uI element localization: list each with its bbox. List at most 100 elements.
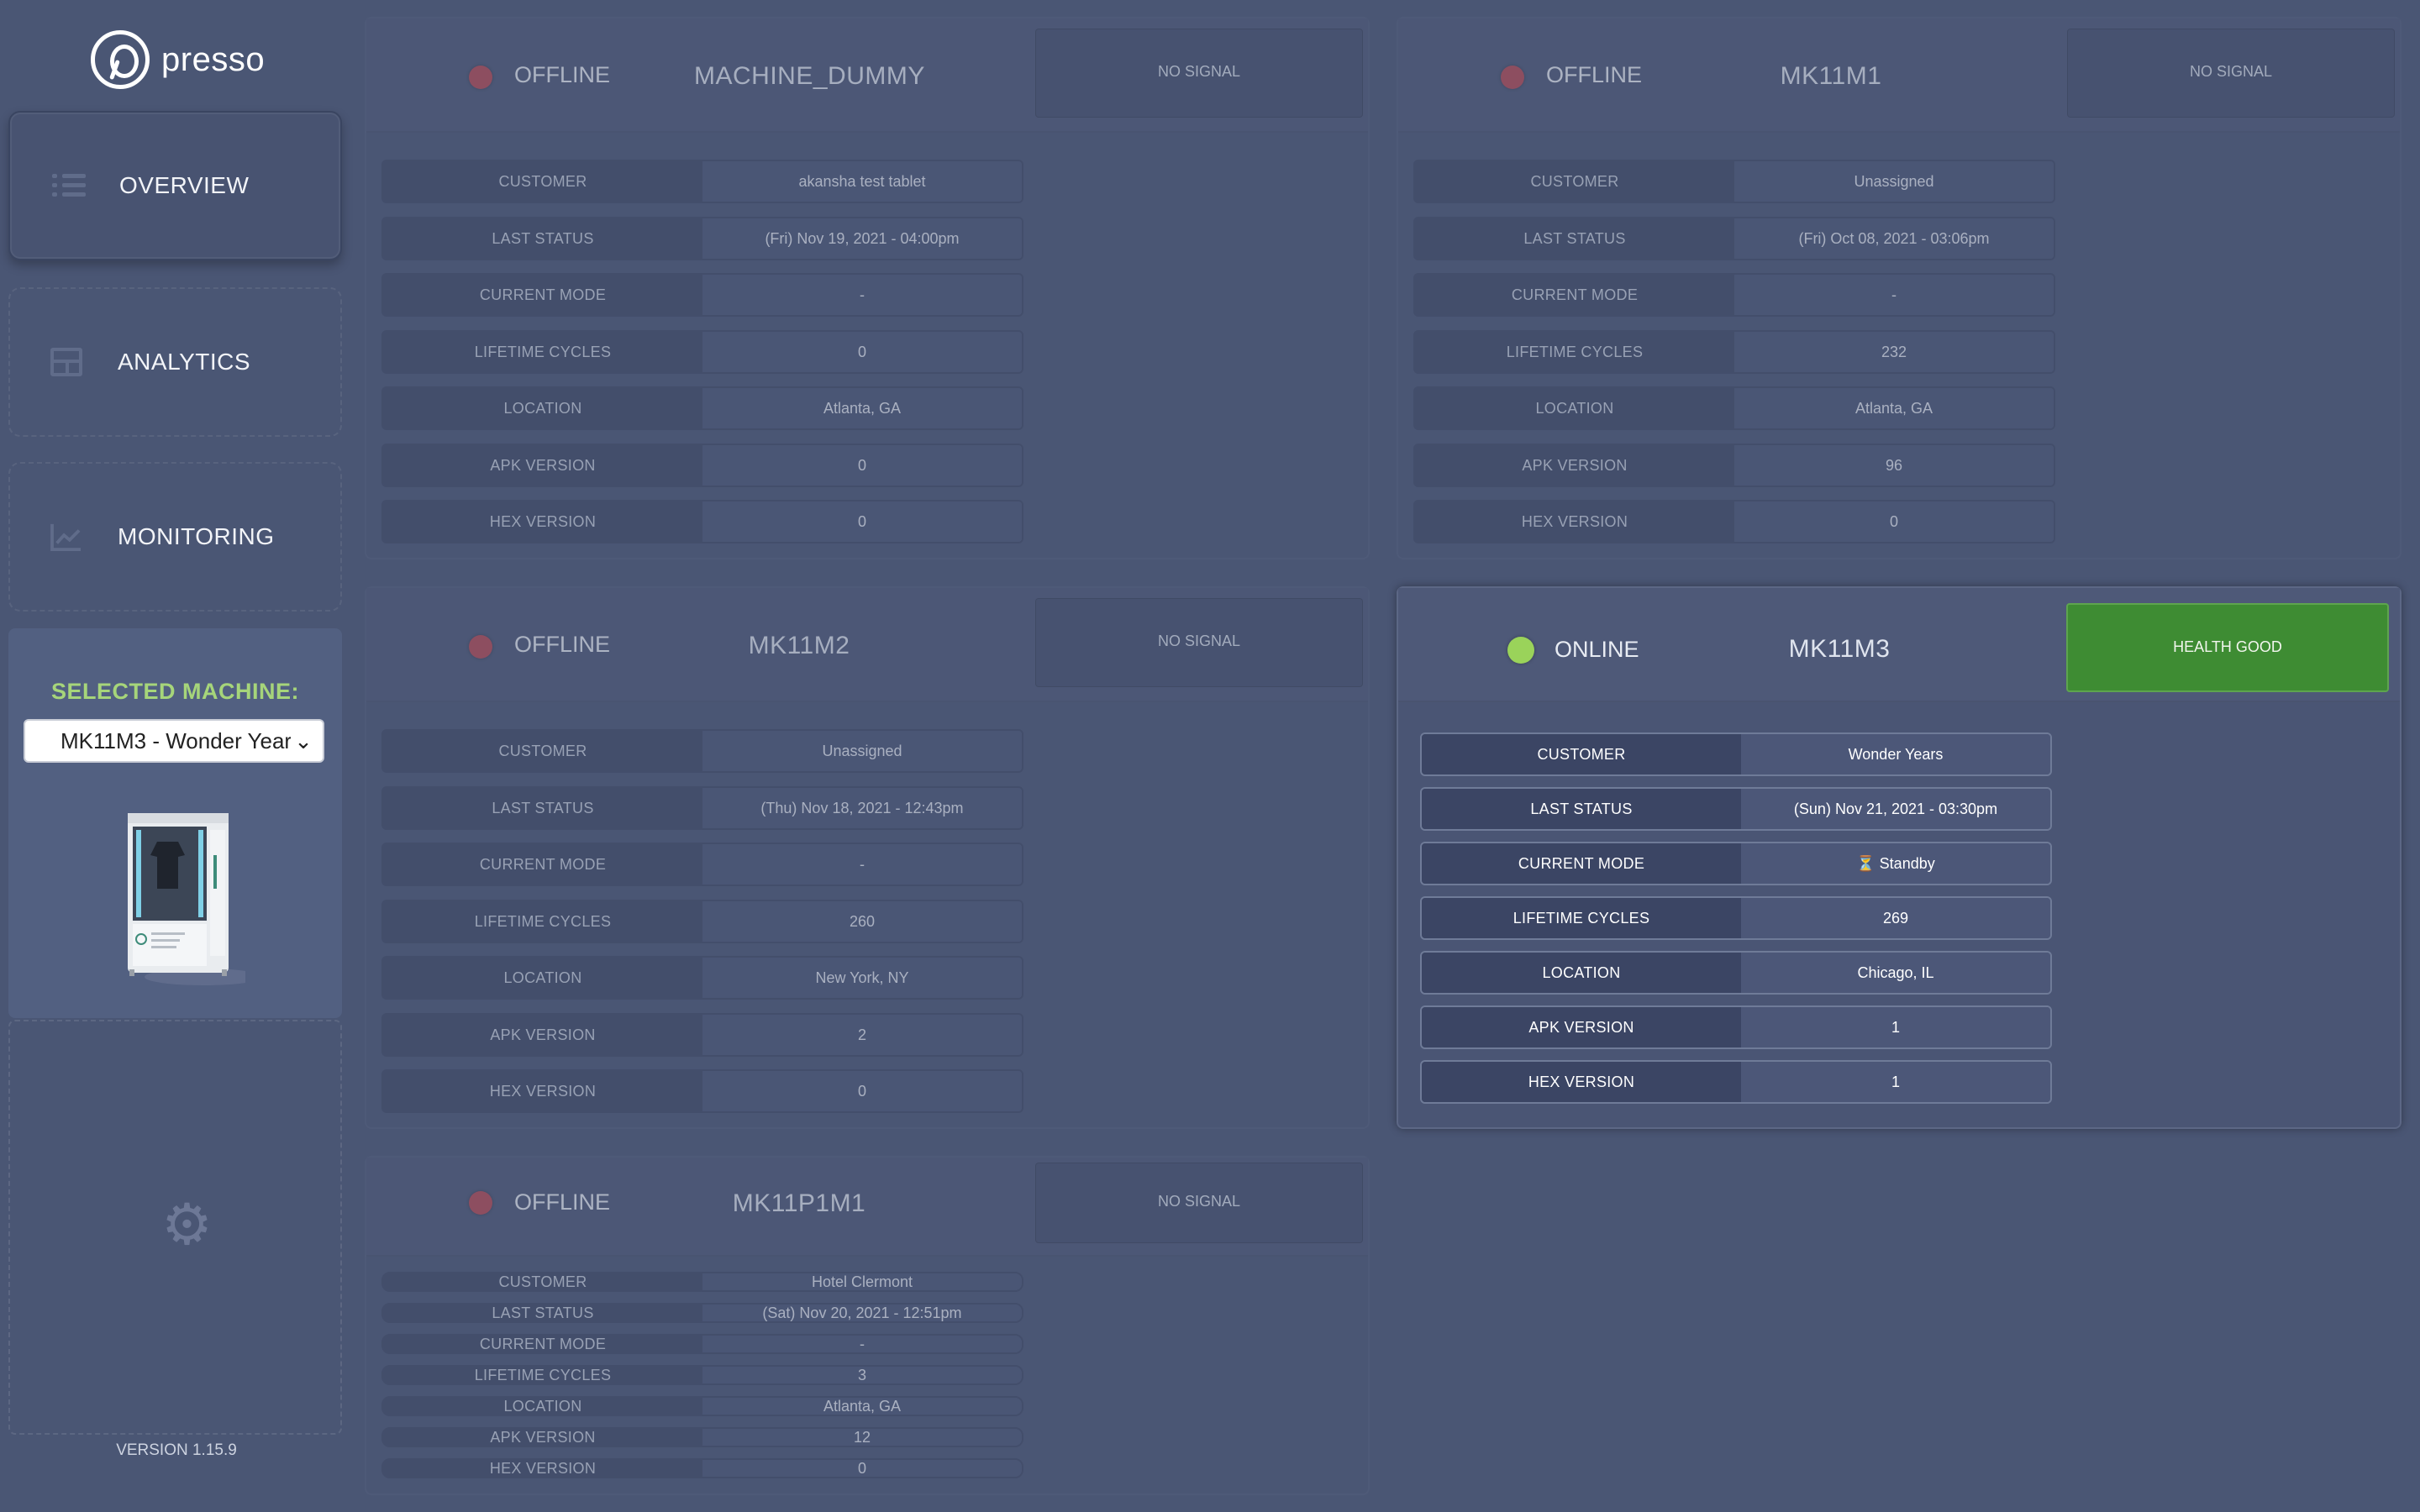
info-value: 0 [702, 444, 1022, 486]
machine-card[interactable]: OFFLINE MK11M1 NO SIGNAL CUSTOMER Unassig… [1397, 17, 2402, 559]
nav-item-monitoring[interactable]: MONITORING [8, 462, 342, 612]
info-label: HEX VERSION [383, 501, 702, 542]
machine-name: MK11M1 [1780, 62, 1882, 90]
info-label: LOCATION [383, 958, 702, 998]
health-status-badge: HEALTH GOOD [2066, 603, 2389, 692]
info-value: Wonder Years [1741, 734, 2050, 774]
info-value: (Fri) Nov 19, 2021 - 04:00pm [702, 218, 1022, 259]
info-label: LAST STATUS [1422, 789, 1741, 829]
info-row: LOCATION Atlanta, GA [1413, 386, 2055, 430]
machine-select[interactable]: MK11M3 - Wonder Years ⌄ [24, 719, 324, 763]
info-label: LOCATION [383, 1398, 702, 1415]
machine-name: MK11P1M1 [732, 1189, 866, 1217]
info-row: CURRENT MODE ⏳ Standby [1420, 842, 2052, 885]
nav-label-analytics: ANALYTICS [118, 349, 251, 375]
status-dot-icon [469, 635, 492, 659]
signal-status-badge: NO SIGNAL [1035, 29, 1363, 118]
info-value: 2 [702, 1014, 1022, 1055]
info-value: (Sat) Nov 20, 2021 - 12:51pm [702, 1305, 1022, 1321]
info-row: CUSTOMER Unassigned [381, 729, 1023, 773]
card-header: OFFLINE MACHINE_DUMMY NO SIGNAL [366, 18, 1368, 133]
info-label: LIFETIME CYCLES [383, 900, 702, 942]
machine-info-table: CUSTOMER akansha test tablet LAST STATUS(… [381, 160, 1023, 557]
app-version: VERSION 1.15.9 [116, 1441, 237, 1459]
card-header: OFFLINE MK11M2 NO SIGNAL [366, 588, 1368, 702]
machine-info-table: CUSTOMER Unassigned LAST STATUS (Thu) Nov … [381, 729, 1023, 1126]
info-value: Atlanta, GA [702, 388, 1022, 428]
info-value: 0 [702, 1460, 1022, 1477]
info-label: HEX VERSION [1422, 1062, 1741, 1102]
info-value: - [1734, 275, 2054, 315]
info-row: APK VERSION 2 [381, 1012, 1023, 1057]
info-label: CURRENT MODE [1422, 843, 1741, 884]
nav-item-overview[interactable]: OVERVIEW [8, 111, 342, 260]
info-label: LAST STATUS [383, 218, 702, 259]
info-label: CURRENT MODE [383, 275, 702, 315]
info-value: 260 [702, 900, 1022, 942]
info-label: APK VERSION [383, 444, 702, 486]
sidebar: presso OVERVIEW ANALYTICS MONITORING SEL… [0, 0, 353, 1512]
machine-card[interactable]: OFFLINE MK11P1M1 NO SIGNAL CUSTOMER Hotel… [365, 1156, 1370, 1495]
status-dot-icon [1507, 637, 1534, 664]
info-row: LAST STATUS (Fri) Nov 19, 2021 - 04:00pm [381, 216, 1023, 260]
info-label: LAST STATUS [1415, 218, 1734, 259]
info-row: LOCATION Atlanta, GA [381, 1396, 1023, 1416]
machine-name: MACHINE_DUMMY [694, 62, 925, 90]
presso-logo[interactable]: presso [91, 30, 265, 89]
info-row: APK VERSION 1 [1420, 1005, 2052, 1049]
info-row: LIFETIME CYCLES 3 [381, 1365, 1023, 1385]
info-row: LOCATION New York, NY [381, 956, 1023, 1000]
info-label: LAST STATUS [383, 1305, 702, 1321]
info-label: LOCATION [1415, 388, 1734, 428]
selected-machine-title: SELECTED MACHINE: [50, 679, 299, 704]
selected-machine-panel: SELECTED MACHINE: MK11M3 - Wonder Years … [8, 628, 342, 1018]
machine-card[interactable]: OFFLINE MACHINE_DUMMY NO SIGNAL CUSTOMER… [365, 17, 1370, 559]
info-value: (Thu) Nov 18, 2021 - 12:43pm [702, 787, 1022, 828]
info-label: CUSTOMER [1422, 734, 1741, 774]
nav-item-analytics[interactable]: ANALYTICS [8, 287, 342, 437]
info-value: - [702, 844, 1022, 885]
info-value: Chicago, IL [1741, 953, 2050, 993]
info-value: Hotel Clermont [702, 1273, 1022, 1290]
info-value: ⏳ Standby [1741, 843, 2050, 884]
info-row: CURRENT MODE - [381, 273, 1023, 317]
info-value: (Fri) Oct 08, 2021 - 03:06pm [1734, 218, 2054, 259]
status-text: OFFLINE [514, 1189, 611, 1215]
grid-icon [50, 348, 82, 376]
info-row: LIFETIME CYCLES 269 [1420, 896, 2052, 940]
machine-name: MK11M3 [1788, 635, 1891, 663]
status-text: OFFLINE [514, 632, 611, 657]
info-row: HEX VERSION 0 [381, 1069, 1023, 1113]
machine-info-table: CUSTOMER Wonder Years LAST STATUS (Sun) No… [1420, 732, 2052, 1115]
info-row: LIFETIME CYCLES 0 [381, 329, 1023, 374]
info-label: LAST STATUS [383, 787, 702, 828]
info-label: APK VERSION [383, 1014, 702, 1055]
gear-icon[interactable]: ⚙ [161, 1196, 213, 1253]
machine-card[interactable]: OFFLINE MK11M2 NO SIGNAL CUSTOMER Unassig… [365, 586, 1370, 1129]
status-dot-icon [469, 1191, 492, 1215]
signal-status-badge: NO SIGNAL [1035, 1163, 1363, 1243]
info-value: 96 [1734, 444, 2054, 486]
info-value: - [702, 1336, 1022, 1352]
info-label: HEX VERSION [1415, 501, 1734, 542]
info-row: CUSTOMER Hotel Clermont [381, 1272, 1023, 1292]
info-row: LAST STATUS (Sat) Nov 20, 2021 - 12:51pm [381, 1303, 1023, 1323]
status-text: ONLINE [1555, 637, 1639, 662]
info-label: APK VERSION [1415, 444, 1734, 486]
info-label: CUSTOMER [383, 1273, 702, 1290]
info-value: Atlanta, GA [702, 1398, 1022, 1415]
info-label: CURRENT MODE [383, 1336, 702, 1352]
machine-card-selected[interactable]: ONLINE MK11M3 HEALTH GOOD CUSTOMER Wonder… [1397, 586, 2402, 1129]
info-row: APK VERSION 96 [1413, 443, 2055, 487]
info-row: LAST STATUS (Fri) Oct 08, 2021 - 03:06pm [1413, 216, 2055, 260]
card-header: OFFLINE MK11M1 NO SIGNAL [1398, 18, 2400, 133]
machine-select-value: MK11M3 - Wonder Years [60, 728, 303, 753]
card-header: OFFLINE MK11P1M1 NO SIGNAL [366, 1158, 1368, 1257]
info-label: CUSTOMER [1415, 161, 1734, 202]
status-text: OFFLINE [514, 62, 611, 87]
presso-logo-icon [91, 30, 150, 89]
info-value: 269 [1741, 898, 2050, 938]
info-value: 12 [702, 1429, 1022, 1446]
info-value: 3 [702, 1367, 1022, 1383]
info-label: LOCATION [1422, 953, 1741, 993]
